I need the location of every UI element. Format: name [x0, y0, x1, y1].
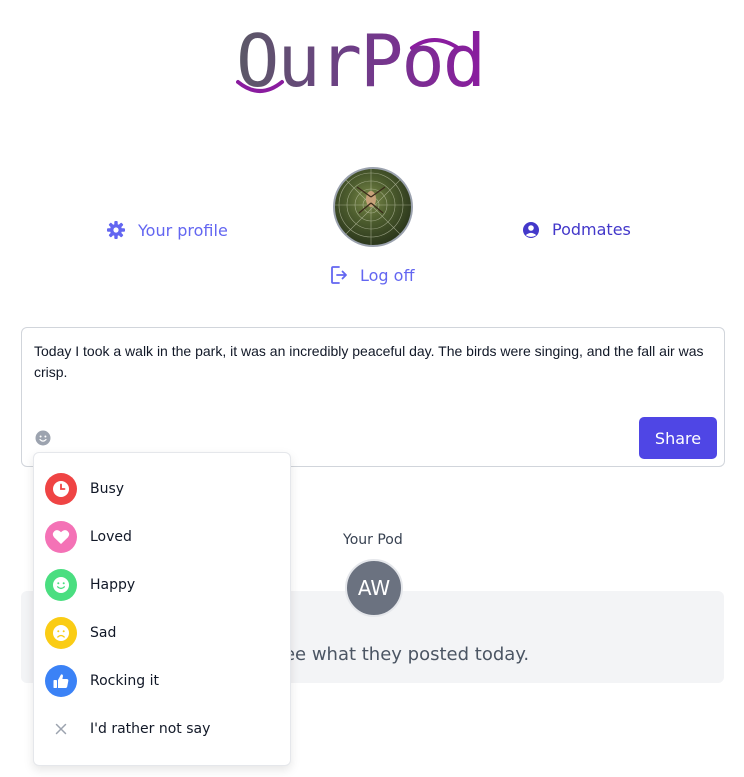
mood-option-happy[interactable]: Happy — [34, 561, 290, 609]
log-off-link[interactable]: Log off — [330, 265, 414, 285]
x-icon — [45, 713, 77, 745]
mood-option-busy[interactable]: Busy — [34, 465, 290, 513]
mood-label-busy: Busy — [90, 481, 125, 497]
smile-icon — [45, 569, 77, 601]
heart-icon — [45, 521, 77, 553]
clock-icon — [45, 473, 77, 505]
mood-label-rather-not-say: I'd rather not say — [90, 721, 211, 737]
podmates-label: Podmates — [552, 220, 631, 239]
ourpod-logo: OurPod — [236, 22, 508, 100]
frown-icon — [45, 617, 77, 649]
spider-web-photo — [335, 169, 411, 245]
podmates-link[interactable]: Podmates — [522, 220, 631, 239]
logo-swoosh-icon — [236, 38, 460, 93]
gear-icon — [107, 221, 125, 239]
mood-option-rocking-it[interactable]: Rocking it — [34, 657, 290, 705]
your-profile-link[interactable]: Your profile — [106, 220, 228, 240]
mood-label-sad: Sad — [90, 625, 117, 641]
share-button[interactable]: Share — [639, 417, 717, 459]
your-pod-heading: Your Pod — [343, 532, 403, 548]
post-composer[interactable]: Today I took a walk in the park, it was … — [21, 327, 725, 467]
user-circle-icon — [523, 221, 539, 238]
mood-dropdown: Busy Loved Happy Sad Rocking it I'd rath… — [33, 452, 291, 766]
podmate-avatar[interactable]: AW — [345, 559, 403, 617]
user-avatar[interactable] — [333, 167, 413, 247]
post-textarea[interactable]: Today I took a walk in the park, it was … — [34, 341, 714, 383]
emoji-picker-icon[interactable] — [35, 430, 51, 446]
mood-option-loved[interactable]: Loved — [34, 513, 290, 561]
mood-label-loved: Loved — [90, 529, 132, 545]
logout-icon — [331, 266, 347, 284]
mood-option-sad[interactable]: Sad — [34, 609, 290, 657]
log-off-label: Log off — [360, 265, 415, 285]
your-profile-label: Your profile — [138, 220, 228, 240]
mood-option-rather-not-say[interactable]: I'd rather not say — [34, 705, 290, 753]
mood-label-rocking-it: Rocking it — [90, 673, 159, 689]
thumbs-up-icon — [45, 665, 77, 697]
mood-label-happy: Happy — [90, 577, 136, 593]
